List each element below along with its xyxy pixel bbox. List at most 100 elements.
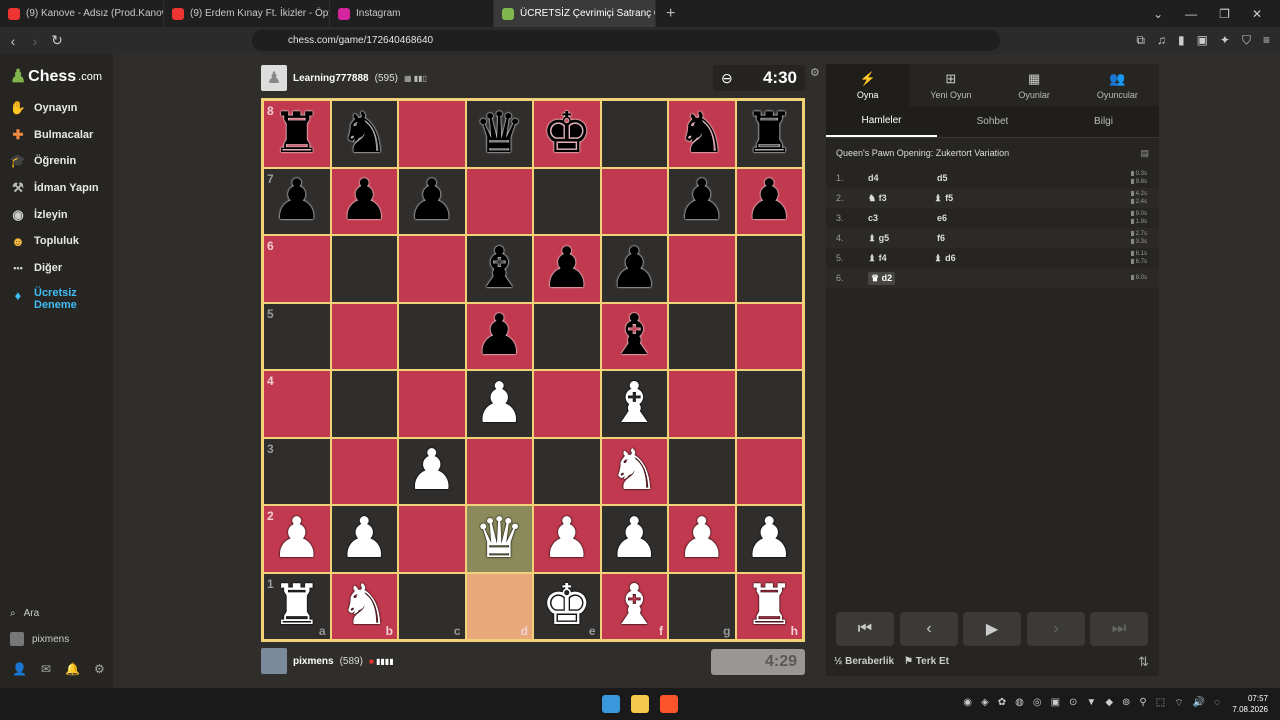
white-move[interactable]: ♝ g5: [868, 233, 934, 244]
new-tab-button[interactable]: +: [656, 5, 685, 23]
tab-new-game[interactable]: ⊞ Yeni Oyun: [909, 64, 992, 106]
tray-app-icon[interactable]: ▼: [1086, 697, 1096, 710]
square-c1[interactable]: c: [398, 572, 466, 640]
sidebar-search[interactable]: ⌕ Ara: [10, 608, 39, 619]
square-e1[interactable]: e ♚: [533, 572, 601, 640]
shield-icon[interactable]: ⛉: [1242, 33, 1251, 48]
square-e3[interactable]: [533, 437, 601, 505]
white-rook-icon[interactable]: ♜: [272, 578, 322, 634]
windows-start-icon[interactable]: [602, 695, 620, 713]
square-g5[interactable]: [668, 302, 736, 370]
square-d1[interactable]: d: [465, 572, 533, 640]
tray-app-icon[interactable]: ◉: [963, 697, 972, 710]
sidebar-item-free-trial[interactable]: ♦ Ücretsiz Deneme: [10, 287, 77, 311]
black-king-icon[interactable]: ♚: [542, 105, 592, 162]
black-pawn-icon[interactable]: ♟: [407, 173, 457, 229]
tab-games[interactable]: ▦ Oyunlar: [993, 64, 1076, 106]
black-move[interactable]: ♝ d6: [934, 253, 1000, 264]
mail-icon[interactable]: ✉: [41, 662, 51, 676]
black-rook-icon[interactable]: ♜: [272, 105, 322, 162]
square-a7[interactable]: 7 ♟: [263, 167, 331, 235]
square-a4[interactable]: 4: [263, 370, 331, 438]
black-rook-icon[interactable]: ♜: [744, 105, 794, 162]
bottom-player[interactable]: pixmens (589) ■ ▮▮▮▮: [261, 648, 394, 674]
square-a6[interactable]: 6: [263, 235, 331, 303]
chess-logo[interactable]: ♟ Chess .com: [10, 66, 102, 87]
white-pawn-icon[interactable]: ♟: [272, 510, 322, 567]
tab-moves[interactable]: Hamleler: [826, 106, 937, 137]
flip-board-icon[interactable]: ⇅: [1138, 654, 1149, 670]
black-move[interactable]: ♝ f5: [934, 193, 1000, 204]
black-move[interactable]: d5: [934, 173, 1000, 183]
wifi-icon[interactable]: ⌔: [1174, 697, 1183, 710]
discord-icon[interactable]: ◍: [1015, 697, 1024, 710]
white-pawn-icon[interactable]: ♟: [407, 443, 457, 499]
white-bishop-icon[interactable]: ♝: [609, 578, 659, 634]
square-g6[interactable]: [668, 235, 736, 303]
sidebar-item-learn[interactable]: 🎓 Öğrenin: [10, 153, 76, 169]
black-pawn-icon[interactable]: ♟: [744, 173, 794, 229]
square-e8[interactable]: ♚: [533, 100, 601, 168]
browser-tab[interactable]: Instagram: [330, 0, 494, 27]
browser-tab[interactable]: (9) Erdem Kınay Ft. İkizler - Öptün: [164, 0, 330, 27]
sidebar-icon[interactable]: ▮: [1178, 33, 1185, 48]
square-f3[interactable]: ♞: [600, 437, 668, 505]
close-window-icon[interactable]: ✕: [1252, 7, 1262, 21]
sidebar-item-watch[interactable]: ◉ İzleyin: [10, 207, 67, 223]
white-pawn-icon[interactable]: ♟: [542, 510, 592, 567]
book-icon[interactable]: ▤: [1140, 148, 1149, 159]
square-f7[interactable]: [600, 167, 668, 235]
sidebar-profile[interactable]: pixmens: [10, 632, 69, 646]
square-g4[interactable]: [668, 370, 736, 438]
square-e2[interactable]: ♟: [533, 505, 601, 573]
sidebar-item-community[interactable]: ☻ Topluluk: [10, 233, 79, 249]
brave-browser-icon[interactable]: [660, 695, 678, 713]
white-move[interactable]: d4: [868, 173, 934, 183]
square-c7[interactable]: ♟: [398, 167, 466, 235]
square-h3[interactable]: [735, 437, 803, 505]
friends-icon[interactable]: 👤: [12, 662, 27, 676]
square-h5[interactable]: [735, 302, 803, 370]
white-rook-icon[interactable]: ♜: [744, 578, 794, 634]
ai-icon[interactable]: ✦: [1220, 33, 1230, 48]
square-d4[interactable]: ♟: [465, 370, 533, 438]
microphone-icon[interactable]: ⚲: [1139, 697, 1146, 710]
square-e6[interactable]: ♟: [533, 235, 601, 303]
square-c6[interactable]: [398, 235, 466, 303]
square-c3[interactable]: ♟: [398, 437, 466, 505]
square-b7[interactable]: ♟: [330, 167, 398, 235]
first-move-button[interactable]: ⏮: [836, 612, 894, 646]
square-e7[interactable]: [533, 167, 601, 235]
black-queen-icon[interactable]: ♛: [474, 105, 524, 162]
white-pawn-icon[interactable]: ♟: [339, 510, 389, 567]
square-e4[interactable]: [533, 370, 601, 438]
square-h8[interactable]: ♜: [735, 100, 803, 168]
tab-play[interactable]: ⚡ Oyna: [826, 64, 910, 106]
tray-app-icon[interactable]: ✿: [998, 697, 1006, 710]
white-pawn-icon[interactable]: ♟: [609, 510, 659, 567]
browser-tab-active[interactable]: ÜCRETSİZ Çevrimiçi Satranç Oyn ✕: [494, 0, 656, 27]
chess-board[interactable]: 8 ♜ ♞ ♛ ♚ ♞ ♜ 7 ♟ ♟ ♟ ♟ ♟ 6 ♝ ♟ ♟ 5 ♟ ♝ 4 ♟ ♝ 3 ♟ ♞ 2 ♟ ♟ ♛ ♟ ♟ ♟ ♟ 1 a ♜ b ♞ c…: [261, 98, 805, 642]
black-move[interactable]: e6: [934, 213, 1000, 223]
reload-icon[interactable]: ↻: [46, 32, 68, 49]
square-e5[interactable]: [533, 302, 601, 370]
maximize-icon[interactable]: ❐: [1219, 7, 1230, 21]
square-c4[interactable]: [398, 370, 466, 438]
square-a5[interactable]: 5: [263, 302, 331, 370]
square-b1[interactable]: b ♞: [330, 572, 398, 640]
sidebar-item-puzzles[interactable]: ✚ Bulmacalar: [10, 127, 94, 143]
wallet-icon[interactable]: ▣: [1197, 33, 1208, 48]
nvidia-icon[interactable]: ◈: [981, 697, 989, 710]
draw-button[interactable]: ½ Beraberlik: [834, 656, 894, 667]
square-f6[interactable]: ♟: [600, 235, 668, 303]
black-knight-icon[interactable]: ♞: [339, 105, 389, 162]
resign-button[interactable]: ⚑ Terk Et: [904, 656, 949, 667]
puzzle-extension-icon[interactable]: ⧉: [1136, 33, 1145, 48]
top-player[interactable]: ♟ Learning777888 (595) ▦ ▮▮▯: [261, 65, 427, 91]
square-f1[interactable]: f ♝: [600, 572, 668, 640]
square-g3[interactable]: [668, 437, 736, 505]
square-b3[interactable]: [330, 437, 398, 505]
file-explorer-icon[interactable]: [631, 695, 649, 713]
white-move[interactable]: ♛ d2: [868, 271, 934, 285]
square-g8[interactable]: ♞: [668, 100, 736, 168]
